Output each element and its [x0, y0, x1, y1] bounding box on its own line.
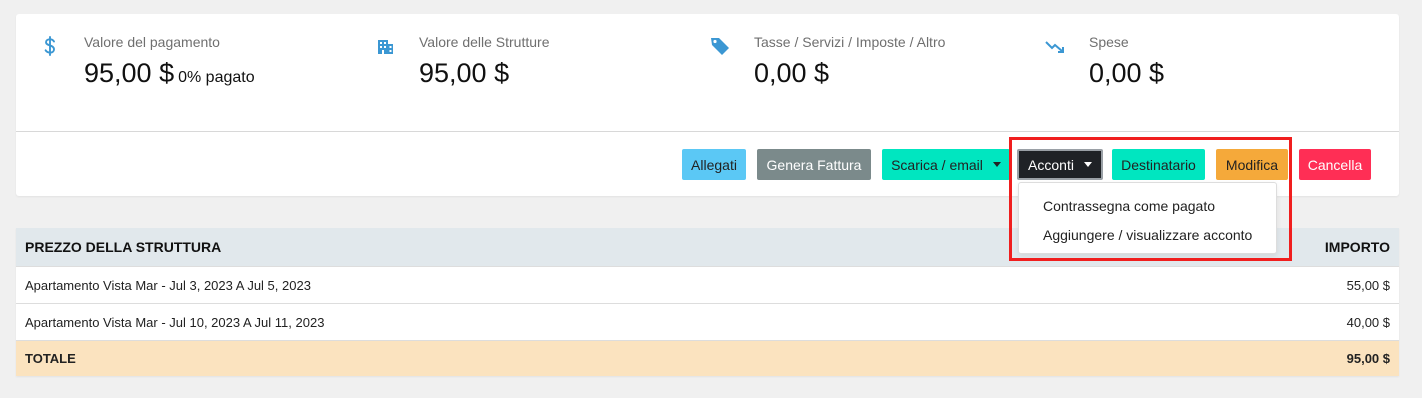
header-description: PREZZO DELLA STRUTTURA: [25, 239, 222, 255]
stat-label: Tasse / Servizi / Imposte / Altro: [754, 34, 946, 50]
menu-item-add-view-deposit[interactable]: Aggiungere / visualizzare acconto: [1043, 227, 1252, 243]
stat-label: Spese: [1089, 34, 1129, 50]
attachments-button[interactable]: Allegati: [682, 149, 746, 180]
delete-button[interactable]: Cancella: [1299, 149, 1371, 180]
tag-icon: [710, 36, 730, 56]
download-email-label: Scarica / email: [891, 156, 983, 173]
generate-invoice-button[interactable]: Genera Fattura: [757, 149, 871, 180]
deposits-label: Acconti: [1028, 156, 1074, 173]
row-description: Apartamento Vista Mar - Jul 10, 2023 A J…: [25, 314, 325, 330]
stat-label: Valore delle Strutture: [419, 34, 550, 50]
table-row: Apartamento Vista Mar - Jul 10, 2023 A J…: [16, 304, 1399, 341]
table-total-row: TOTALE 95,00 $: [16, 341, 1399, 376]
stat-value: 95,00 $: [419, 58, 510, 88]
chevron-down-icon: [1083, 162, 1092, 167]
stat-value: 95,00 $0% pagato: [84, 58, 255, 89]
row-amount: 55,00 $: [1346, 277, 1390, 293]
paid-percentage: 0% pagato: [178, 69, 255, 86]
row-amount: 40,00 $: [1346, 314, 1390, 330]
deposits-menu: Contrassegna come pagato Aggiungere / vi…: [1018, 182, 1277, 254]
recipient-button[interactable]: Destinatario: [1112, 149, 1205, 180]
stat-label: Valore del pagamento: [84, 34, 220, 50]
deposits-dropdown[interactable]: Acconti: [1017, 149, 1103, 180]
dollar-icon: [40, 36, 60, 56]
building-icon: [375, 36, 395, 56]
trend-down-icon: [1045, 36, 1065, 56]
total-label: TOTALE: [25, 351, 76, 366]
total-amount: 95,00 $: [1346, 351, 1390, 366]
stat-value: 0,00 $: [754, 58, 830, 88]
edit-button[interactable]: Modifica: [1216, 149, 1288, 180]
header-amount: IMPORTO: [1324, 239, 1390, 255]
payment-amount: 95,00 $: [84, 58, 175, 88]
menu-item-mark-paid[interactable]: Contrassegna come pagato: [1043, 198, 1215, 214]
stat-value: 0,00 $: [1089, 58, 1165, 88]
row-description: Apartamento Vista Mar - Jul 3, 2023 A Ju…: [25, 277, 311, 293]
download-email-dropdown[interactable]: Scarica / email: [882, 149, 1010, 180]
table-row: Apartamento Vista Mar - Jul 3, 2023 A Ju…: [16, 267, 1399, 304]
chevron-down-icon: [992, 162, 1001, 167]
summary-stats: Valore del pagamento 95,00 $0% pagato Va…: [16, 14, 1399, 132]
summary-card: Valore del pagamento 95,00 $0% pagato Va…: [16, 14, 1399, 196]
